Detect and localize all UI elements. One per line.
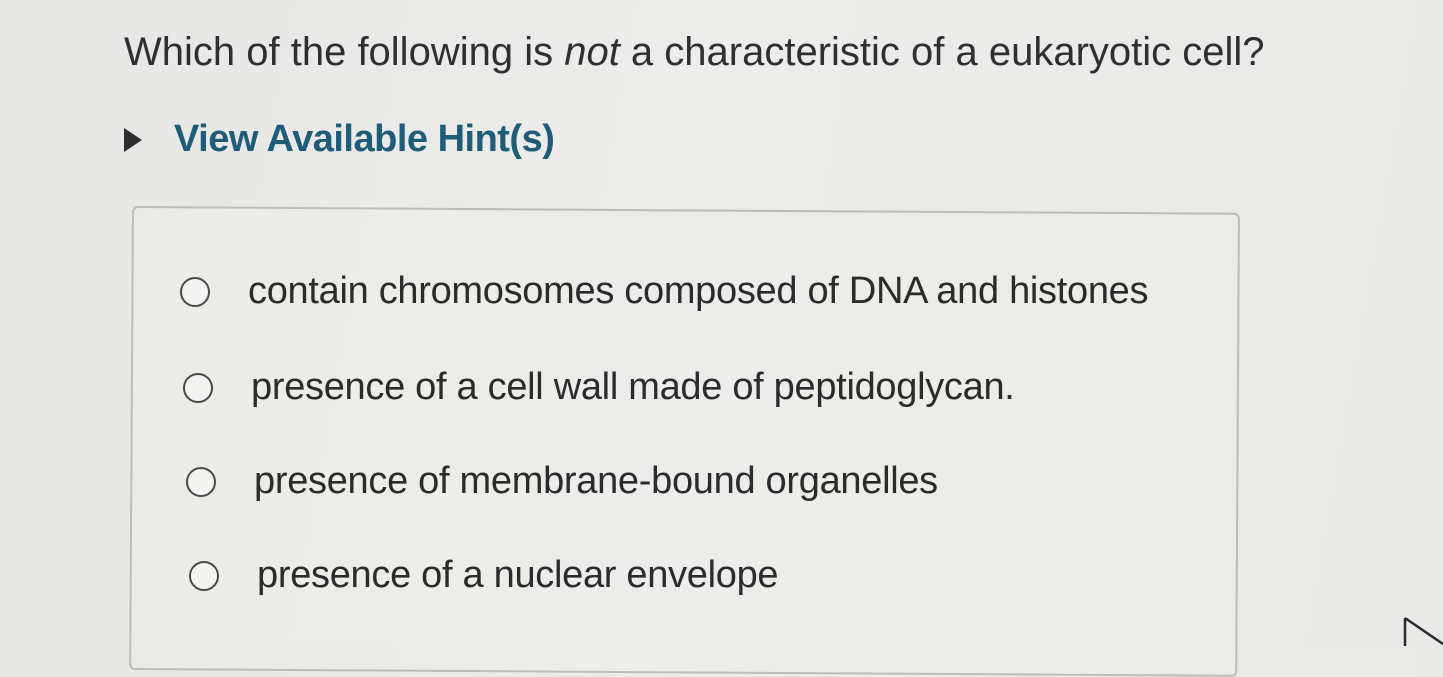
radio-button-3[interactable] bbox=[186, 466, 216, 497]
question-emphasis: not bbox=[564, 30, 620, 74]
radio-button-1[interactable] bbox=[180, 276, 210, 307]
radio-button-4[interactable] bbox=[189, 560, 219, 591]
option-1-label: contain chromosomes composed of DNA and … bbox=[248, 270, 1149, 312]
option-2[interactable]: presence of a cell wall made of peptidog… bbox=[183, 366, 1015, 409]
view-hints-toggle[interactable]: View Available Hint(s) bbox=[124, 118, 555, 161]
option-4-label: presence of a nuclear envelope bbox=[257, 554, 779, 596]
view-hints-label: View Available Hint(s) bbox=[174, 118, 555, 160]
option-2-label: presence of a cell wall made of peptidog… bbox=[251, 366, 1015, 408]
option-4[interactable]: presence of a nuclear envelope bbox=[189, 554, 779, 597]
triangle-right-icon bbox=[124, 127, 142, 152]
option-3-label: presence of membrane-bound organelles bbox=[254, 460, 938, 502]
question-text: Which of the following is not a characte… bbox=[124, 26, 1265, 78]
question-prefix: Which of the following is bbox=[124, 30, 565, 74]
option-3[interactable]: presence of membrane-bound organelles bbox=[186, 460, 938, 503]
mouse-pointer-icon bbox=[1403, 616, 1443, 646]
option-1[interactable]: contain chromosomes composed of DNA and … bbox=[180, 270, 1149, 313]
question-suffix: a characteristic of a eukaryotic cell? bbox=[619, 30, 1265, 74]
radio-button-2[interactable] bbox=[183, 372, 213, 403]
